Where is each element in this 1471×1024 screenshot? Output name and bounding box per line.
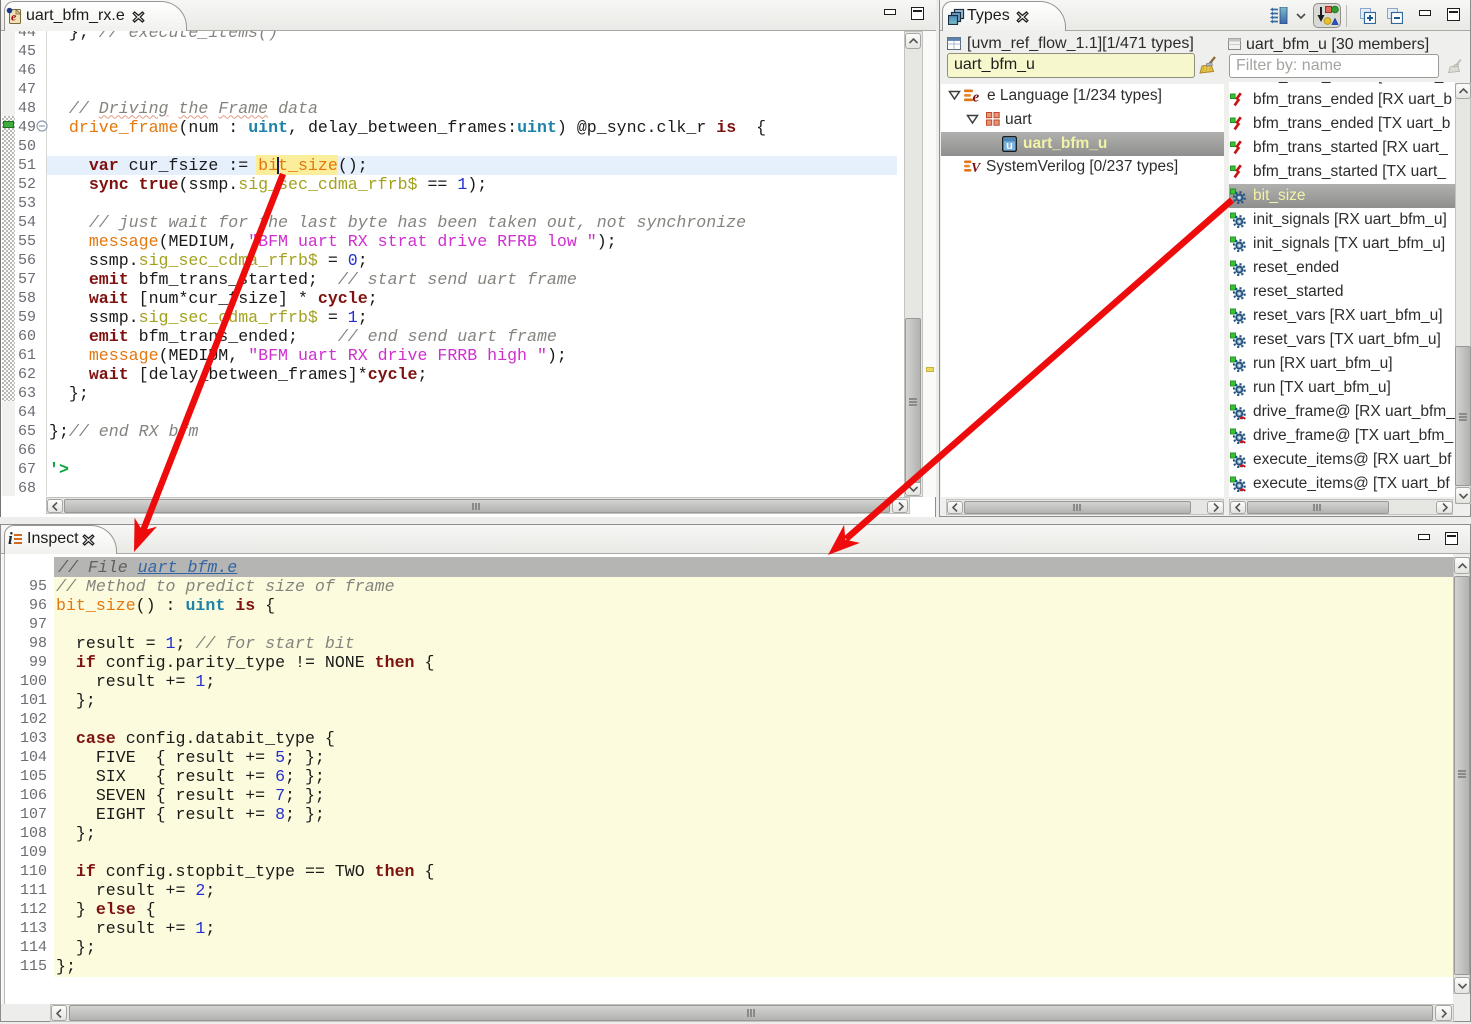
svg-text:e: e: [973, 90, 980, 104]
svg-text:V: V: [971, 160, 981, 174]
svg-text:u: u: [1006, 140, 1013, 152]
